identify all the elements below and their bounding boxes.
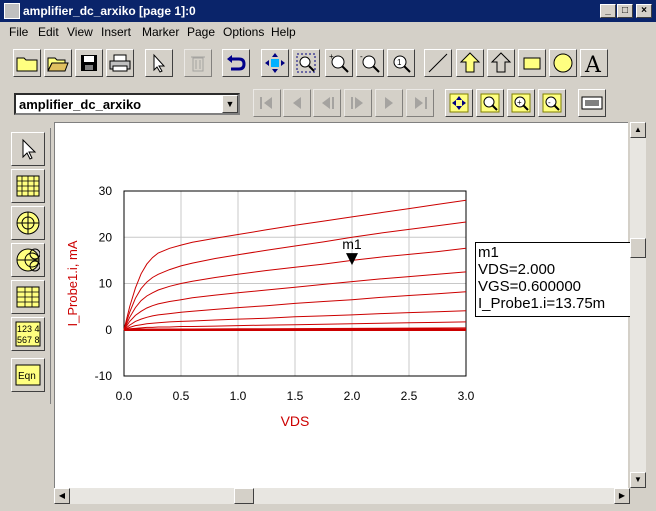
vertical-scroll-thumb[interactable] (630, 238, 646, 258)
marker-readout-line: VGS=0.600000 (478, 278, 582, 295)
svg-text:1: 1 (397, 58, 402, 67)
horizontal-scroll-thumb[interactable] (234, 488, 254, 504)
text-icon[interactable]: A (580, 49, 608, 77)
title-bar: amplifier_dc_arxiko [page 1]:0 _ □ × (0, 0, 656, 22)
menu-file[interactable]: File (9, 25, 28, 39)
next-icon[interactable] (344, 89, 372, 117)
zoom-in-view-icon[interactable]: + (507, 89, 535, 117)
view-all-icon[interactable] (445, 89, 473, 117)
main-toolbar: + - 1 A (0, 45, 646, 79)
maximize-button[interactable]: □ (617, 4, 633, 18)
next-page-icon[interactable] (375, 89, 403, 117)
equation-icon[interactable]: Eqn (11, 358, 45, 392)
zoom-window-icon[interactable] (476, 89, 504, 117)
menu-page[interactable]: Page (187, 25, 215, 39)
line-icon[interactable] (424, 49, 452, 77)
component-palette: 123 4 567 8 Eqn (6, 128, 51, 404)
menu-insert[interactable]: Insert (101, 25, 131, 39)
svg-text:A: A (584, 53, 602, 74)
circle-icon[interactable] (549, 49, 577, 77)
svg-text:123 4: 123 4 (17, 324, 40, 334)
svg-text:567 8: 567 8 (17, 335, 40, 345)
menu-marker[interactable]: Marker (142, 25, 179, 39)
smith-chart-icon[interactable] (11, 243, 45, 277)
menu-help[interactable]: Help (271, 25, 296, 39)
equation-settings-icon[interactable] (578, 89, 606, 117)
menu-options[interactable]: Options (223, 25, 264, 39)
list-icon[interactable] (11, 280, 45, 314)
horizontal-scrollbar[interactable]: ◀ ▶ (54, 488, 630, 504)
window-title: amplifier_dc_arxiko [page 1]:0 (23, 4, 196, 18)
open-file-icon[interactable] (44, 49, 72, 77)
pointer-icon[interactable] (11, 132, 45, 166)
marker-readout-line: m1 (478, 244, 499, 261)
scroll-left-icon[interactable]: ◀ (54, 488, 70, 504)
zoom-icon[interactable]: 1 (387, 49, 415, 77)
print-icon[interactable] (106, 49, 134, 77)
rectangle-icon[interactable] (518, 49, 546, 77)
undo-icon[interactable] (222, 49, 250, 77)
app-icon (4, 3, 20, 19)
move-icon[interactable] (261, 49, 289, 77)
prev-page-icon[interactable] (283, 89, 311, 117)
polyline-icon[interactable] (487, 49, 515, 77)
first-page-icon[interactable] (253, 89, 281, 117)
polygon-icon[interactable] (456, 49, 484, 77)
menu-bar: File Edit View Insert Marker Page Option… (0, 22, 656, 42)
svg-text:-: - (548, 98, 551, 107)
svg-text:+: + (517, 98, 522, 107)
polar-plot-icon[interactable] (11, 206, 45, 240)
svg-text:-: - (360, 52, 363, 61)
pointer-tool-icon[interactable] (145, 49, 173, 77)
vertical-scrollbar[interactable]: ▲ ▼ (630, 122, 646, 488)
marker-readout-line: VDS=2.000 (478, 261, 556, 278)
last-page-icon[interactable] (406, 89, 434, 117)
scroll-right-icon[interactable]: ▶ (614, 488, 630, 504)
marker-readout[interactable]: m1 VDS=2.000 VGS=0.600000 I_Probe1.i=13.… (475, 242, 631, 317)
close-button[interactable]: × (636, 4, 652, 18)
open-folder-icon[interactable] (13, 49, 41, 77)
menu-edit[interactable]: Edit (38, 25, 59, 39)
scroll-up-icon[interactable]: ▲ (630, 122, 646, 138)
page-toolbar: + - (0, 86, 646, 120)
svg-text:Eqn: Eqn (18, 371, 36, 382)
prev-icon[interactable] (313, 89, 341, 117)
scroll-down-icon[interactable]: ▼ (630, 472, 646, 488)
zoom-area-icon[interactable] (292, 49, 320, 77)
svg-text:+: + (329, 52, 334, 61)
zoom-out-view-icon[interactable]: - (538, 89, 566, 117)
menu-view[interactable]: View (67, 25, 93, 39)
zoom-in-icon[interactable]: + (325, 49, 353, 77)
marker-readout-line: I_Probe1.i=13.75m (478, 295, 606, 312)
minimize-button[interactable]: _ (600, 4, 616, 18)
stack-icon[interactable]: 123 4 567 8 (11, 317, 45, 351)
zoom-out-icon[interactable]: - (356, 49, 384, 77)
delete-icon[interactable] (184, 49, 212, 77)
rectangular-plot-icon[interactable] (11, 169, 45, 203)
save-icon[interactable] (75, 49, 103, 77)
